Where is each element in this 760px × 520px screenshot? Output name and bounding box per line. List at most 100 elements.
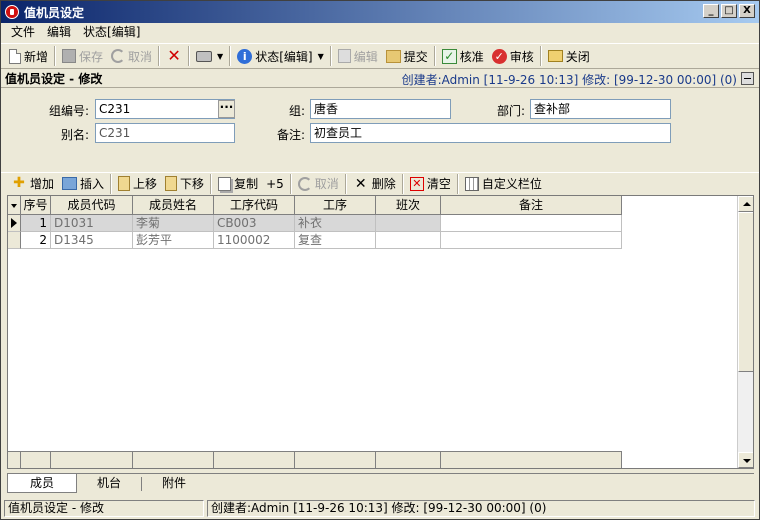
add-row-button[interactable]: ✚ 增加	[7, 173, 58, 195]
group-label: 组:	[288, 104, 305, 118]
delete-button[interactable]: ✕	[162, 45, 186, 67]
footer-cell	[376, 451, 441, 468]
table-row[interactable]: 2 D1345 彭芳平 1100002 复查	[8, 232, 622, 249]
cell-member-name[interactable]: 彭芳平	[133, 232, 214, 249]
new-button[interactable]: 新增	[5, 45, 52, 67]
minimize-button[interactable]: _	[703, 4, 719, 18]
cancel-row-button[interactable]: 取消	[294, 173, 343, 195]
delete-x-icon: ✕	[167, 46, 181, 65]
close-form-button[interactable]: 关闭	[544, 45, 594, 67]
cell-process[interactable]: 补衣	[295, 215, 376, 232]
grid-header: 序号 成员代码 成员姓名 工序代码 工序 班次 备注	[8, 196, 622, 215]
move-up-icon	[118, 176, 131, 191]
scroll-thumb[interactable]	[738, 212, 753, 372]
form-area: 组编号: C231 ··· 组: 唐香 部门: 查补部 别名: C231 备注:…	[1, 89, 759, 171]
group-no-lookup-button[interactable]: ···	[218, 100, 235, 118]
cell-shift[interactable]	[376, 215, 441, 232]
status-dropdown[interactable]: i 状态[编辑] ▼	[233, 45, 328, 67]
col-header-process[interactable]: 工序	[295, 196, 376, 215]
cell-member-code[interactable]: D1345	[51, 232, 133, 249]
main-toolbar: 新增 保存 取消 ✕ ▼ i 状态[编辑] ▼ 编辑 提交 ✓ 核准 ✓ 审核 …	[1, 43, 759, 69]
submit-button[interactable]: 提交	[382, 45, 432, 67]
add-label: 增加	[30, 177, 55, 191]
insert-row-button[interactable]: 插入	[58, 173, 108, 195]
col-header-member-code[interactable]: 成员代码	[51, 196, 133, 215]
save-button[interactable]: 保存	[58, 45, 107, 67]
cell-member-name[interactable]: 李菊	[133, 215, 214, 232]
clear-rows-button[interactable]: ✕ 清空	[406, 173, 455, 195]
tab-machines[interactable]: 机台	[77, 474, 141, 493]
group-no-input[interactable]: C231	[95, 99, 235, 119]
menu-bar: 文件 编辑 状态[编辑]	[1, 23, 759, 42]
note-label: 备注:	[276, 128, 305, 142]
col-header-seq[interactable]: 序号	[21, 196, 51, 215]
note-input[interactable]: 初查员工	[310, 123, 671, 143]
plus-five-button[interactable]: +5	[262, 173, 288, 195]
cell-seq[interactable]: 1	[21, 215, 51, 232]
submit-label: 提交	[403, 49, 428, 64]
tab-members[interactable]: 成员	[7, 474, 77, 493]
edit-icon	[337, 49, 351, 63]
cell-seq[interactable]: 2	[21, 232, 51, 249]
cell-note[interactable]	[441, 215, 622, 232]
move-down-button[interactable]: 下移	[161, 173, 208, 195]
row-indicator[interactable]	[8, 232, 21, 249]
copy-row-button[interactable]: 复制	[214, 173, 262, 195]
custom-columns-label: 自定义栏位	[481, 177, 542, 191]
form-title: 值机员设定 - 修改	[5, 72, 103, 86]
toolbar-separator	[289, 173, 292, 194]
window-title: 值机员设定	[24, 5, 85, 20]
collapse-icon[interactable]	[741, 72, 754, 85]
cell-process-code[interactable]: CB003	[214, 215, 295, 232]
cell-process[interactable]: 复查	[295, 232, 376, 249]
col-header-note[interactable]: 备注	[441, 196, 622, 215]
edit-button[interactable]: 编辑	[334, 45, 382, 67]
group-no-label: 组编号:	[48, 104, 89, 118]
tab-attachments[interactable]: 附件	[142, 474, 206, 493]
new-label: 新增	[24, 49, 49, 64]
print-button[interactable]: ▼	[192, 45, 227, 67]
footer-cell	[21, 451, 51, 468]
status-bar: 值机员设定 - 修改 创建者:Admin [11-9-26 10:13] 修改:…	[1, 498, 759, 519]
cell-shift[interactable]	[376, 232, 441, 249]
cell-note[interactable]	[441, 232, 622, 249]
chevron-down-icon[interactable]: ▼	[217, 52, 223, 61]
detail-tabs: 成员 机台 附件	[7, 473, 754, 493]
copy-label: 复制	[234, 177, 259, 191]
footer-cell	[295, 451, 376, 468]
window-controls: _ □ X	[703, 4, 755, 18]
approve-button[interactable]: ✓ 核准	[438, 45, 488, 67]
menu-status[interactable]: 状态[编辑]	[77, 24, 146, 41]
audit-label: 审核	[509, 49, 534, 64]
table-row[interactable]: 1 D1031 李菊 CB003 补衣	[8, 215, 622, 232]
menu-file[interactable]: 文件	[5, 24, 41, 41]
cell-process-code[interactable]: 1100002	[214, 232, 295, 249]
col-header-process-code[interactable]: 工序代码	[214, 196, 295, 215]
alias-input[interactable]: C231	[95, 123, 235, 143]
edit-label: 编辑	[353, 49, 378, 64]
move-up-button[interactable]: 上移	[114, 173, 161, 195]
vertical-scrollbar[interactable]	[737, 196, 753, 468]
scroll-up-icon[interactable]	[738, 196, 753, 212]
dept-input[interactable]: 查补部	[530, 99, 671, 119]
group-input[interactable]: 唐香	[310, 99, 451, 119]
cell-member-code[interactable]: D1031	[51, 215, 133, 232]
delete-row-button[interactable]: ✕ 删除	[349, 173, 400, 195]
maximize-button[interactable]: □	[721, 4, 737, 18]
title-bar[interactable]: 值机员设定 _ □ X	[1, 1, 759, 23]
grid-indicator-header[interactable]	[8, 196, 21, 215]
toolbar-separator	[539, 46, 542, 66]
scroll-down-icon[interactable]	[738, 452, 753, 468]
col-header-member-name[interactable]: 成员姓名	[133, 196, 214, 215]
row-indicator[interactable]	[8, 215, 21, 232]
custom-columns-button[interactable]: 自定义栏位	[461, 173, 546, 195]
audit-button[interactable]: ✓ 审核	[488, 45, 538, 67]
close-button[interactable]: X	[739, 4, 755, 18]
col-header-shift[interactable]: 班次	[376, 196, 441, 215]
footer-cell	[441, 451, 622, 468]
members-grid[interactable]: 序号 成员代码 成员姓名 工序代码 工序 班次 备注 1 D1031 李菊 CB…	[7, 195, 754, 469]
menu-edit[interactable]: 编辑	[41, 24, 77, 41]
clear-icon: ✕	[409, 176, 424, 191]
cancel-button[interactable]: 取消	[107, 45, 156, 67]
delete-x-icon: ✕	[354, 175, 367, 192]
